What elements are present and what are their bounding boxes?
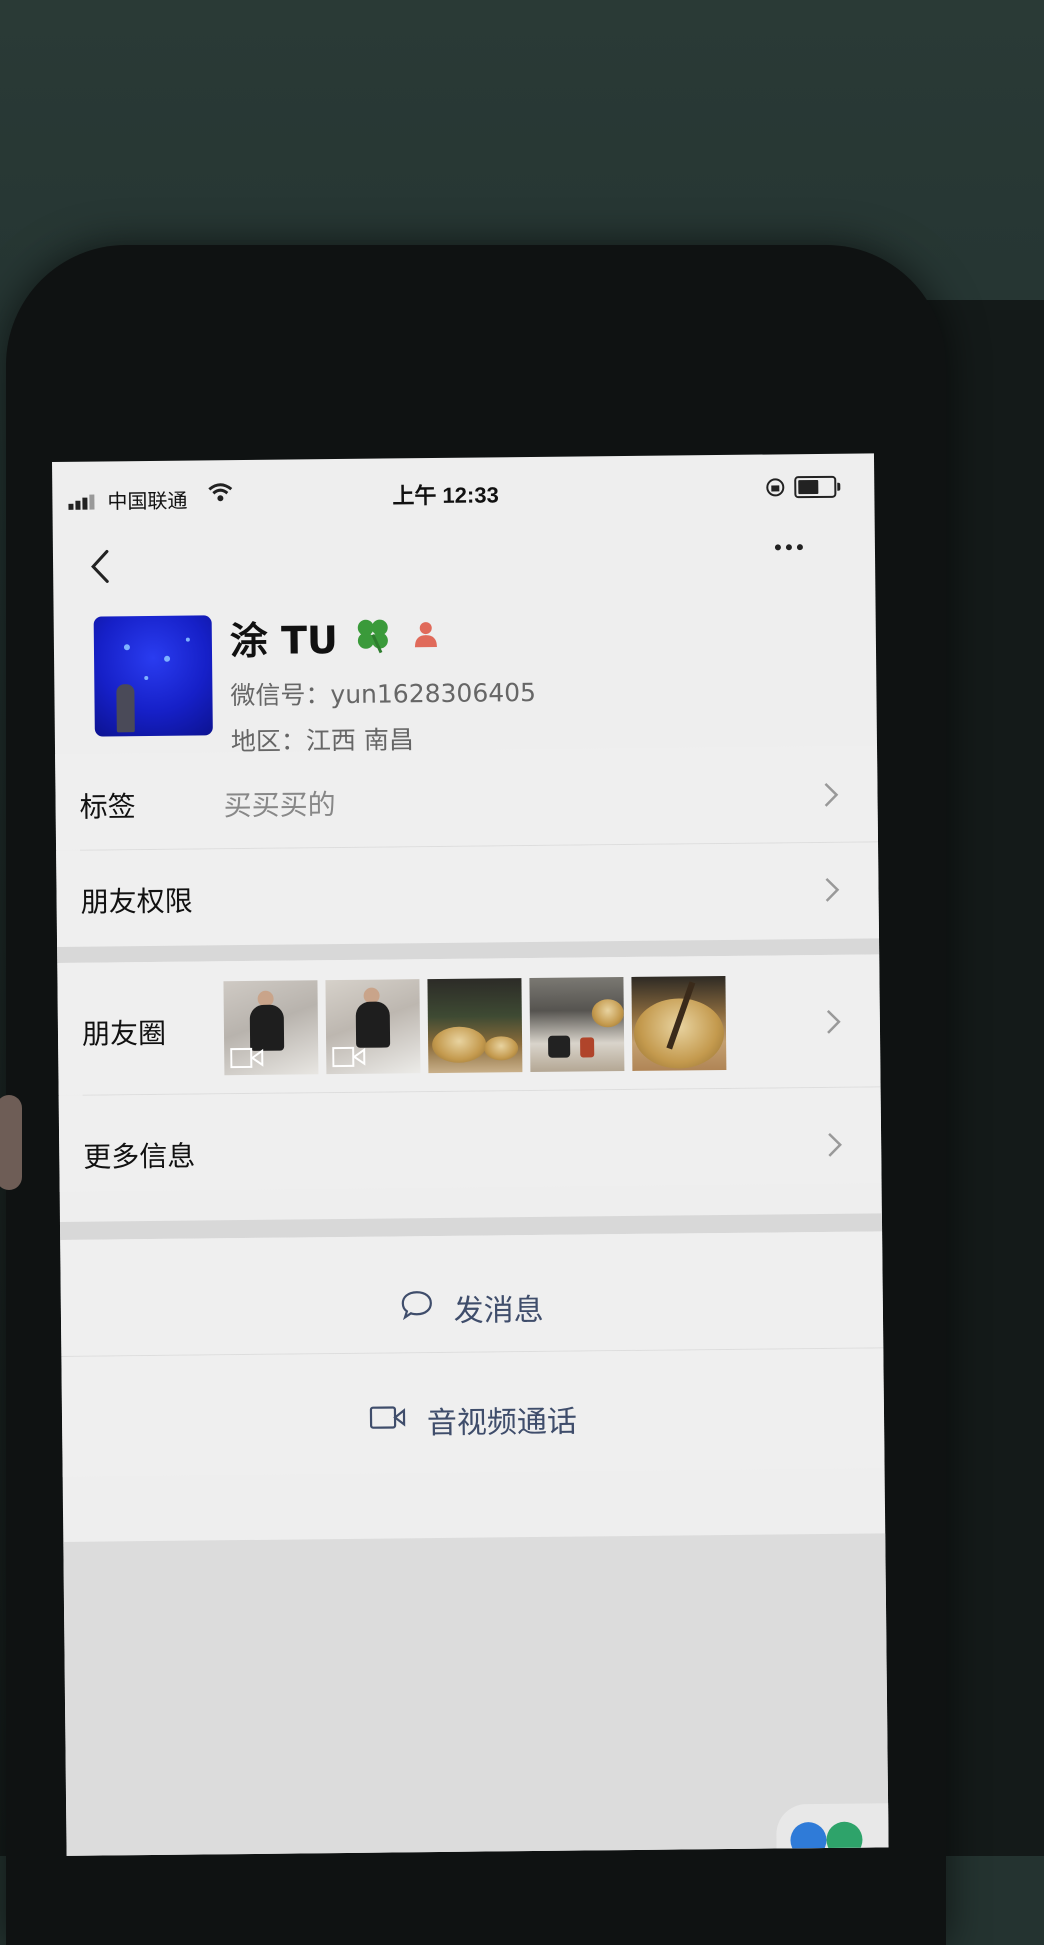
avatar[interactable] bbox=[93, 615, 213, 737]
more-options-button[interactable] bbox=[774, 532, 825, 563]
signal-icon bbox=[68, 492, 96, 510]
video-call-label: 音视频通话 bbox=[426, 1404, 578, 1442]
moments-label: 朋友圈 bbox=[81, 1016, 167, 1051]
video-call-button[interactable]: 音视频通话 bbox=[62, 1393, 884, 1446]
moments-thumbnail bbox=[427, 978, 523, 1074]
moments-thumbnail bbox=[223, 980, 319, 1076]
tags-label: 标签 bbox=[79, 790, 136, 824]
chevron-right-icon bbox=[825, 878, 840, 902]
chevron-right-icon bbox=[824, 783, 839, 807]
battery-icon bbox=[794, 475, 841, 499]
permissions-row[interactable]: 朋友权限 bbox=[56, 842, 880, 947]
profile-name: 涂 TU bbox=[229, 618, 339, 664]
wifi-icon bbox=[207, 482, 233, 507]
video-icon bbox=[230, 1047, 264, 1069]
video-camera-icon bbox=[369, 1403, 407, 1438]
wechat-id: 微信号：yun1628306405 bbox=[230, 677, 537, 711]
moments-thumbnail bbox=[631, 975, 727, 1071]
chat-bubble-icon bbox=[400, 1288, 434, 1328]
status-time: 上午 12:33 bbox=[392, 482, 499, 509]
phone-screen: 中国联通 上午 12:33 涂 TU 微信号：yun1628306405 地区：… bbox=[52, 453, 889, 1856]
permissions-label: 朋友权限 bbox=[80, 884, 193, 919]
finger bbox=[0, 1095, 22, 1190]
chevron-right-icon bbox=[828, 1133, 842, 1157]
ellipsis-icon bbox=[774, 544, 781, 551]
video-icon bbox=[332, 1046, 366, 1068]
chevron-left-icon bbox=[91, 549, 109, 583]
empty-area bbox=[63, 1533, 889, 1856]
moments-thumbnail bbox=[325, 979, 421, 1075]
tags-row[interactable]: 标签 买买买的 bbox=[55, 745, 879, 850]
back-button[interactable] bbox=[81, 541, 122, 591]
chevron-right-icon bbox=[826, 1010, 841, 1034]
tags-value: 买买买的 bbox=[223, 788, 336, 823]
status-bar: 中国联通 上午 12:33 bbox=[52, 453, 875, 522]
moments-thumbnail bbox=[529, 977, 625, 1073]
send-message-label: 发消息 bbox=[453, 1292, 544, 1329]
four-leaf-clover-icon bbox=[353, 614, 393, 658]
profile-name-row: 涂 TU bbox=[230, 608, 441, 666]
moments-row[interactable]: 朋友圈 bbox=[57, 954, 881, 1095]
gender-icon bbox=[412, 618, 440, 652]
send-message-button[interactable]: 发消息 bbox=[61, 1281, 883, 1334]
more-info-label: 更多信息 bbox=[83, 1139, 196, 1174]
carrier-label: 中国联通 bbox=[107, 490, 188, 514]
rotation-lock-icon bbox=[764, 476, 786, 503]
more-info-row[interactable]: 更多信息 bbox=[58, 1087, 882, 1192]
